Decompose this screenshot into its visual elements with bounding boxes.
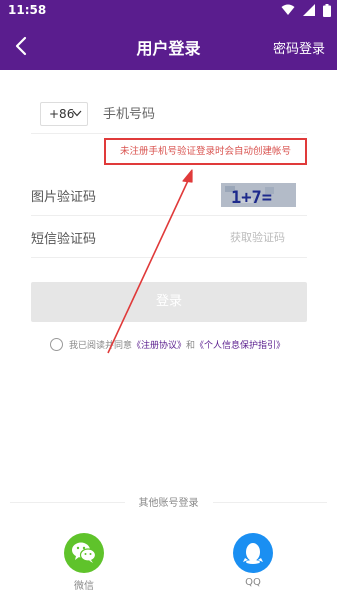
captcha-row: 图片验证码 1+7= — [31, 175, 307, 216]
status-bar: 11:58 — [0, 0, 337, 22]
captcha-label: 图片验证码 — [31, 190, 97, 205]
battery-icon — [323, 4, 331, 17]
sms-code-label: 短信验证码 — [31, 232, 97, 247]
country-code-value: +86 — [49, 107, 75, 121]
wechat-label: 微信 — [74, 581, 94, 592]
agreement-prefix: 我已阅读并同意 — [69, 341, 133, 351]
qq-login-button[interactable] — [233, 533, 273, 573]
get-code-button[interactable]: 获取验证码 — [230, 229, 285, 245]
register-agreement-link[interactable]: 《注册协议》 — [132, 341, 186, 351]
wechat-login-button[interactable] — [64, 533, 104, 573]
login-button[interactable]: 登录 — [31, 282, 307, 322]
captcha-graphic: 1+7= — [221, 183, 296, 207]
status-time: 11:58 — [8, 3, 47, 17]
agreement: 我已阅读并同意《注册协议》和《个人信息保护指引》 — [50, 338, 285, 354]
qq-icon — [243, 543, 263, 564]
password-login-button[interactable]: 密码登录 — [273, 38, 325, 57]
signal-icon — [302, 4, 315, 16]
auto-register-tip: 未注册手机号验证登录时会自动创建帐号 — [104, 138, 307, 165]
app-bar: 用户登录 密码登录 — [0, 22, 337, 70]
chevron-down-icon — [72, 110, 82, 117]
captcha-text: 1+7= — [231, 188, 272, 207]
privacy-guide-link[interactable]: 《个人信息保护指引》 — [195, 341, 285, 351]
country-code-select[interactable]: +86 — [40, 102, 88, 126]
wechat-icon — [72, 542, 97, 563]
status-icons — [278, 4, 331, 18]
agree-radio[interactable] — [50, 338, 63, 351]
other-login-title: 其他账号登录 — [0, 494, 337, 509]
phone-number-input[interactable] — [103, 102, 293, 126]
sms-code-row: 短信验证码 获取验证码 — [31, 217, 307, 258]
agreement-and: 和 — [186, 341, 196, 351]
wifi-icon — [281, 4, 295, 15]
captcha-image[interactable]: 1+7= — [221, 183, 296, 207]
qq-label: QQ — [245, 577, 261, 588]
other-login-title-text: 其他账号登录 — [124, 498, 213, 509]
phone-row: +86 — [31, 97, 307, 134]
